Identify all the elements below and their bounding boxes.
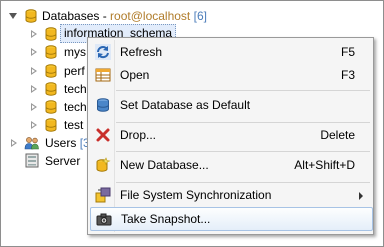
menu-item-label: Open	[120, 68, 150, 82]
menu-item-open[interactable]: Open F3	[90, 64, 371, 86]
tree-node-database[interactable]: tech	[25, 98, 87, 116]
database-icon	[45, 118, 57, 132]
delete-x-icon	[96, 128, 110, 142]
tree-node-users[interactable]: Users [3	[5, 134, 90, 152]
databases-folder-icon	[25, 9, 37, 23]
menu-item-new-database[interactable]: New Database... Alt+Shift+D	[90, 154, 371, 176]
expand-arrow-icon[interactable]	[31, 103, 37, 111]
menu-item-label: File System Synchronization	[120, 188, 272, 202]
database-icon	[97, 98, 109, 112]
menu-separator	[116, 151, 370, 152]
open-table-icon	[95, 68, 111, 82]
database-icon	[45, 82, 57, 96]
menu-separator	[116, 90, 370, 91]
tree-node-database[interactable]: test	[25, 116, 85, 134]
submenu-arrow-icon	[359, 192, 363, 200]
sync-icon	[95, 187, 111, 203]
connection-host: root@localhost	[110, 9, 191, 23]
menu-item-refresh[interactable]: Refresh F5	[90, 41, 371, 63]
database-icon	[45, 27, 57, 41]
expand-arrow-icon[interactable]	[31, 67, 37, 75]
camera-icon	[96, 213, 112, 226]
menu-item-label: Drop...	[120, 128, 157, 142]
database-icon	[45, 64, 57, 78]
refresh-icon	[95, 44, 111, 60]
tree-node-label: perf	[64, 64, 85, 78]
tree-node-database[interactable]: perf	[25, 62, 85, 80]
menu-item-set-default[interactable]: Set Database as Default	[90, 94, 371, 116]
tree-node-label: Databases	[42, 9, 100, 23]
tree-node-label: tech	[64, 100, 87, 114]
tree-node-label: Server	[45, 154, 81, 168]
expand-arrow-icon[interactable]	[11, 139, 17, 147]
menu-item-take-snapshot[interactable]: Take Snapshot...	[90, 207, 373, 231]
tree-node-database[interactable]: tech	[25, 80, 87, 98]
expand-arrow-icon[interactable]	[31, 85, 37, 93]
context-menu: Refresh F5 Open F3 Set Database as Defau…	[87, 37, 374, 235]
database-count: [6]	[193, 9, 207, 23]
tree-node-separator: -	[99, 9, 111, 23]
expand-arrow-icon[interactable]	[31, 48, 37, 56]
database-icon	[45, 100, 57, 114]
new-database-icon	[96, 157, 111, 172]
menu-item-label: New Database...	[120, 158, 209, 172]
server-icon	[25, 153, 39, 168]
users-icon	[24, 137, 39, 150]
menu-separator	[116, 122, 370, 123]
tree-node-label: Users	[45, 136, 77, 150]
tree-node-databases[interactable]: Databases - root@localhost [6]	[5, 7, 245, 25]
menu-item-shortcut: F3	[340, 68, 355, 82]
menu-item-file-system-sync[interactable]: File System Synchronization	[90, 184, 371, 206]
tree-node-label: test	[64, 118, 84, 132]
expand-arrow-icon[interactable]	[31, 30, 37, 38]
tree-node-label: tech	[64, 82, 87, 96]
tree-node-database[interactable]: mys	[25, 43, 86, 61]
database-tree-panel: Databases - root@localhost [6] informati…	[0, 0, 384, 247]
tree-node-server[interactable]: Server	[5, 152, 89, 170]
database-icon	[45, 45, 57, 59]
menu-item-drop[interactable]: Drop... Delete	[90, 124, 371, 146]
menu-item-shortcut: F5	[340, 45, 355, 59]
expand-arrow-icon[interactable]	[31, 121, 37, 129]
menu-item-label: Set Database as Default	[120, 98, 251, 112]
menu-separator	[116, 182, 370, 183]
menu-item-label: Refresh	[120, 45, 163, 59]
expand-arrow-icon[interactable]	[9, 13, 17, 19]
menu-item-label: Take Snapshot...	[121, 212, 211, 226]
menu-item-shortcut: Delete	[320, 128, 355, 142]
menu-item-shortcut: Alt+Shift+D	[294, 158, 355, 172]
tree-node-label: mys	[64, 45, 86, 59]
